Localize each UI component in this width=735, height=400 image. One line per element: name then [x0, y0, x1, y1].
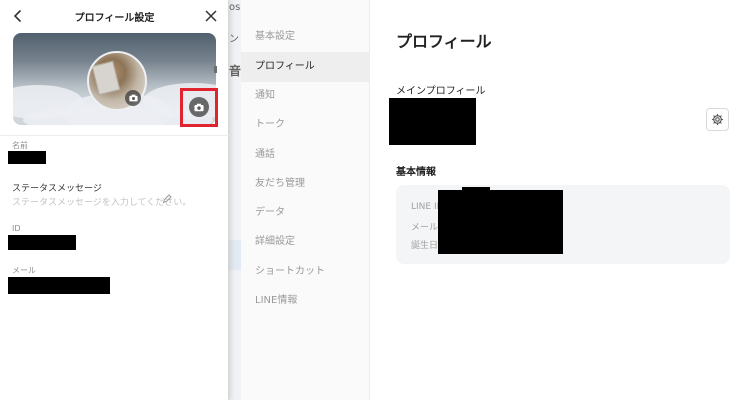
scroll-indicator: [214, 66, 217, 73]
profile-settings-button[interactable]: [706, 108, 729, 131]
clipped-selection: [229, 240, 241, 270]
name-label: 名前: [12, 141, 28, 150]
nav-item-advanced[interactable]: 詳細設定: [241, 227, 370, 257]
id-label: ID: [12, 224, 21, 233]
nav-item-data[interactable]: データ: [241, 198, 370, 228]
nav-item-shortcuts[interactable]: ショートカット: [241, 257, 370, 287]
settings-sidebar: 基本設定 プロフィール 通知 トーク 通話 友だち管理 データ 詳細設定 ショー…: [241, 0, 370, 400]
close-icon[interactable]: [203, 8, 219, 24]
gear-icon: [711, 113, 724, 126]
redacted-profile: [389, 98, 476, 145]
settings-content: プロフィール メインプロフィール 基本情報 LINE ID メール 誕生日: [370, 0, 735, 400]
redacted-info: [438, 190, 563, 254]
redacted-name[interactable]: [8, 151, 46, 164]
email-label: メール: [12, 266, 36, 275]
highlight-box: [180, 88, 218, 127]
app-root: os ン 音 基本設定 プロフィール 通知 トーク 通話 友だち管理 データ 詳…: [0, 0, 735, 400]
clipped-text: ン: [229, 34, 239, 45]
info-label-email: メール: [411, 223, 439, 233]
nav-item-calls[interactable]: 通話: [241, 140, 370, 170]
camera-icon: [128, 94, 138, 102]
panel-title: プロフィール設定: [74, 13, 155, 24]
divider: [0, 135, 229, 136]
nav-item-friends[interactable]: 友だち管理: [241, 169, 370, 199]
basic-info-heading: 基本情報: [396, 167, 436, 178]
redacted-id: [8, 235, 76, 250]
info-label-birthday: 誕生日: [411, 241, 439, 251]
nav-item-profile[interactable]: プロフィール: [241, 52, 370, 82]
nav-item-notifications[interactable]: 通知: [241, 81, 370, 111]
nav-item-about[interactable]: LINE情報: [241, 286, 370, 316]
panel-header: プロフィール設定: [0, 0, 229, 32]
nav-item-chats[interactable]: トーク: [241, 110, 370, 140]
pencil-icon[interactable]: [162, 194, 172, 204]
status-message-label: ステータスメッセージ: [12, 184, 102, 194]
clipped-text: os: [229, 2, 241, 13]
profile-settings-panel: プロフィール設定 名前 ステータスメッセージ ステータスメッセージを入力してくだ…: [0, 0, 229, 400]
main-profile-label: メインプロフィール: [396, 86, 486, 97]
clipped-text: 音: [229, 64, 242, 78]
avatar-camera-button[interactable]: [125, 90, 141, 106]
avatar-photo-frame: [91, 60, 121, 96]
redacted-email: [8, 277, 110, 294]
page-title: プロフィール: [396, 32, 492, 51]
background-window-edge: os ン 音: [229, 0, 241, 400]
nav-item-basic[interactable]: 基本設定: [241, 22, 370, 52]
